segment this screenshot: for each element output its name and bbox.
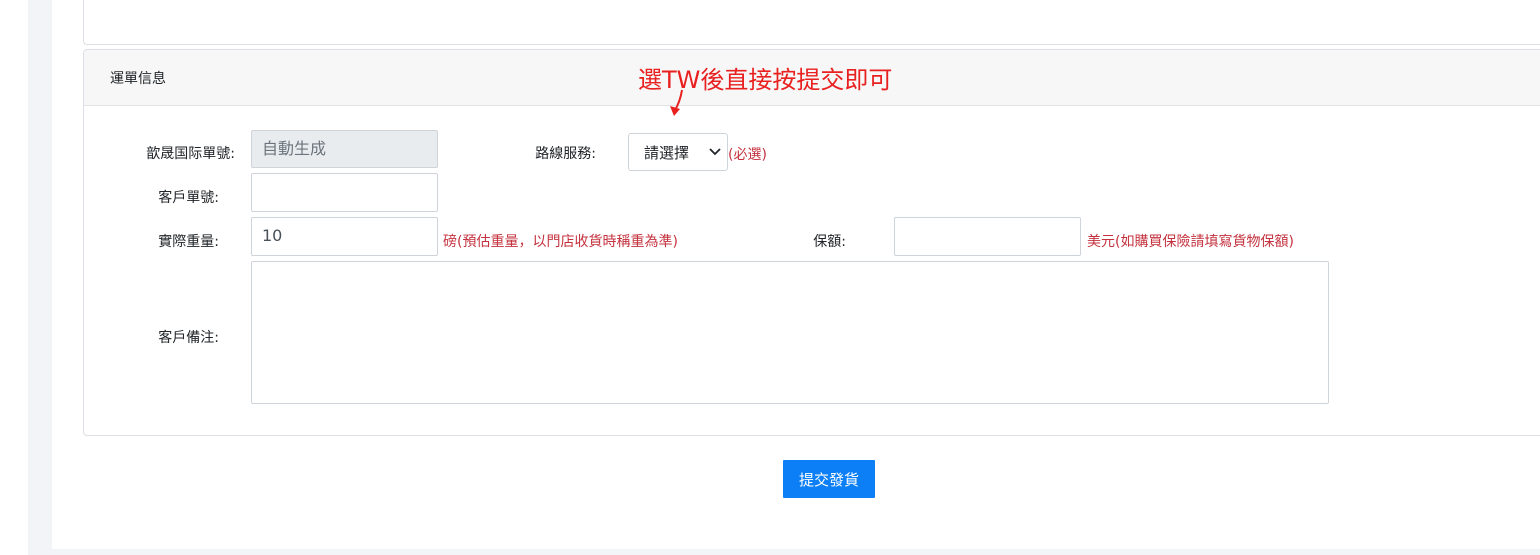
customer-no-label: 客戶單號: bbox=[158, 190, 219, 206]
insurance-hint: 美元(如購買保險請填寫貨物保額) bbox=[1087, 234, 1294, 250]
customer-no-input[interactable] bbox=[251, 173, 438, 212]
intl-no-input: 自動生成 bbox=[251, 130, 438, 168]
previous-card bbox=[83, 0, 1540, 45]
route-service-label: 路線服務: bbox=[535, 146, 596, 162]
weight-label: 實際重量: bbox=[158, 234, 219, 250]
bottom-strip bbox=[28, 549, 1540, 555]
remark-label: 客戶備注: bbox=[158, 330, 219, 346]
section-title: 運單信息 bbox=[110, 71, 166, 87]
intl-no-label: 歆晟国际單號: bbox=[146, 146, 235, 162]
insurance-label: 保額: bbox=[813, 234, 846, 250]
chevron-down-icon bbox=[709, 148, 721, 156]
left-sidebar-strip bbox=[28, 0, 52, 555]
left-gutter bbox=[0, 0, 28, 555]
route-service-select[interactable]: 請選擇 bbox=[628, 133, 728, 171]
remark-textarea[interactable] bbox=[251, 261, 1329, 404]
annotation-arrow-icon bbox=[670, 89, 683, 116]
route-required-hint: (必選) bbox=[728, 147, 767, 163]
submit-shipment-button[interactable]: 提交發貨 bbox=[783, 460, 875, 498]
route-service-selected: 請選擇 bbox=[644, 144, 690, 162]
insurance-input[interactable] bbox=[894, 217, 1081, 256]
weight-input[interactable]: 10 bbox=[251, 217, 438, 256]
weight-hint: 磅(預估重量，以門店收貨時稱重為準) bbox=[443, 234, 678, 250]
